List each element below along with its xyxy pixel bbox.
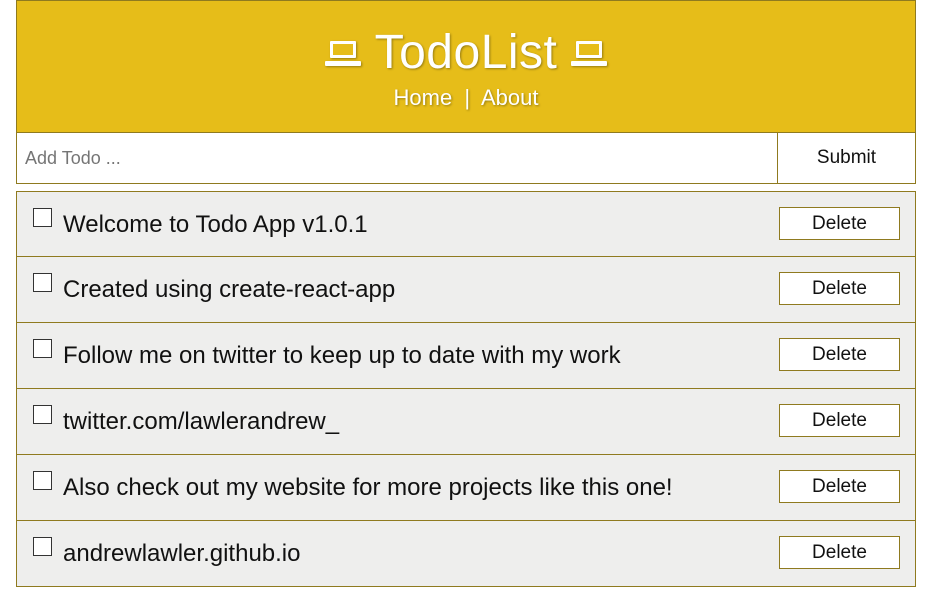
todo-item: Also check out my website for more proje… — [16, 455, 916, 521]
delete-button[interactable]: Delete — [779, 536, 900, 569]
todo-item: twitter.com/lawlerandrew_ Delete — [16, 389, 916, 455]
delete-button[interactable]: Delete — [779, 470, 900, 503]
todo-item: Created using create-react-app Delete — [16, 257, 916, 323]
delete-button[interactable]: Delete — [779, 338, 900, 371]
delete-button[interactable]: Delete — [779, 272, 900, 305]
submit-button[interactable]: Submit — [778, 133, 915, 183]
todo-checkbox[interactable] — [33, 273, 52, 292]
todo-item: Welcome to Todo App v1.0.1 Delete — [16, 191, 916, 257]
main-nav: Home | About — [17, 85, 915, 111]
todo-checkbox[interactable] — [33, 537, 52, 556]
nav-link-about[interactable]: About — [481, 85, 539, 110]
todo-title: Created using create-react-app — [63, 276, 396, 303]
todo-app: TodoList Home | About Submit Welcome to … — [16, 0, 916, 587]
title-row: TodoList — [17, 1, 915, 81]
page-title: TodoList — [374, 25, 558, 79]
todo-checkbox[interactable] — [33, 339, 52, 358]
todo-item: Follow me on twitter to keep up to date … — [16, 323, 916, 389]
add-todo-form: Submit — [16, 133, 916, 184]
todo-checkbox[interactable] — [33, 471, 52, 490]
todo-checkbox[interactable] — [33, 405, 52, 424]
todo-title: Welcome to Todo App v1.0.1 — [63, 211, 368, 238]
app-header: TodoList Home | About — [16, 0, 916, 133]
laptop-icon — [324, 41, 361, 67]
nav-separator: | — [464, 85, 471, 110]
todo-title: andrewlawler.github.io — [63, 540, 301, 567]
todo-title: Also check out my website for more proje… — [63, 474, 673, 501]
delete-button[interactable]: Delete — [779, 404, 900, 437]
nav-link-home[interactable]: Home — [394, 85, 453, 110]
todo-list: Welcome to Todo App v1.0.1 Delete Create… — [16, 191, 916, 587]
todo-item: andrewlawler.github.io Delete — [16, 521, 916, 587]
delete-button[interactable]: Delete — [779, 207, 900, 240]
add-todo-input[interactable] — [17, 133, 778, 183]
todo-checkbox[interactable] — [33, 208, 52, 227]
todo-title: twitter.com/lawlerandrew_ — [63, 408, 340, 435]
laptop-icon — [571, 41, 608, 67]
todo-title: Follow me on twitter to keep up to date … — [63, 342, 621, 369]
